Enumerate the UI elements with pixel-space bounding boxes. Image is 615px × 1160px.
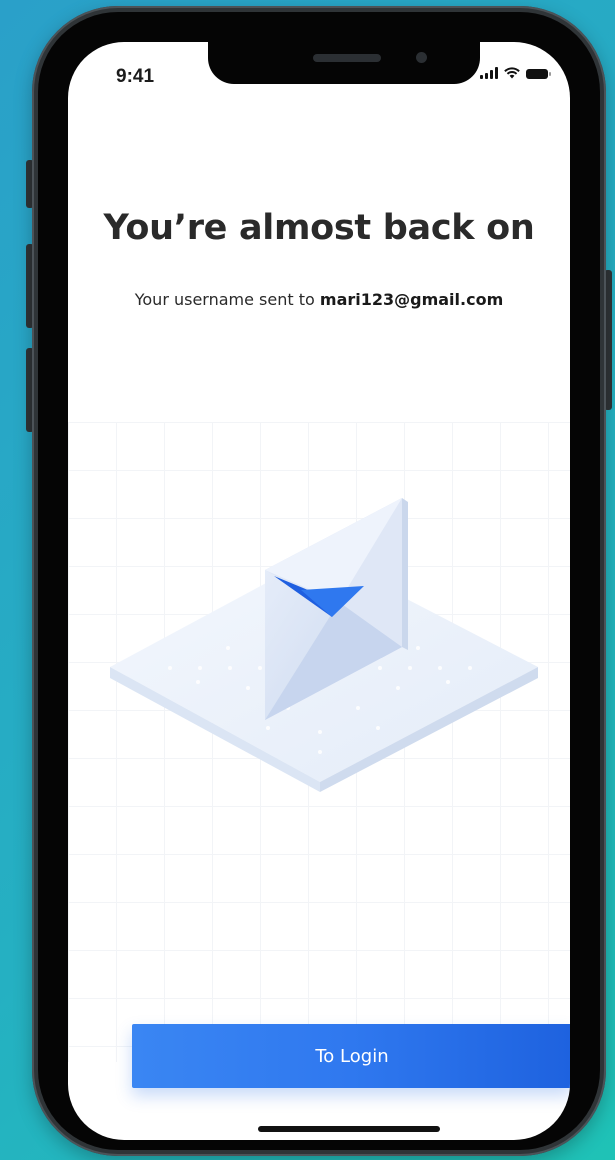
status-icons bbox=[480, 67, 551, 79]
speaker-grille bbox=[313, 54, 381, 62]
front-camera bbox=[416, 52, 427, 63]
phone-frame: 9:41 You’re almost back on Your username… bbox=[32, 6, 606, 1156]
battery-icon bbox=[526, 69, 551, 79]
to-login-button[interactable]: To Login bbox=[132, 1024, 570, 1088]
page-title: You’re almost back on bbox=[103, 208, 535, 248]
cellular-signal-icon bbox=[480, 67, 498, 79]
wifi-icon bbox=[504, 67, 520, 79]
notch bbox=[208, 42, 480, 84]
confirmation-message: Your username sent to mari123@gmail.com bbox=[68, 290, 570, 309]
home-indicator bbox=[258, 1126, 440, 1132]
email-address: mari123@gmail.com bbox=[319, 290, 504, 309]
status-time: 9:41 bbox=[116, 66, 155, 87]
phone-screen: 9:41 You’re almost back on Your username… bbox=[68, 42, 570, 1140]
envelope-illustration bbox=[110, 498, 538, 792]
confirmation-prefix: Your username sent to bbox=[134, 290, 320, 309]
